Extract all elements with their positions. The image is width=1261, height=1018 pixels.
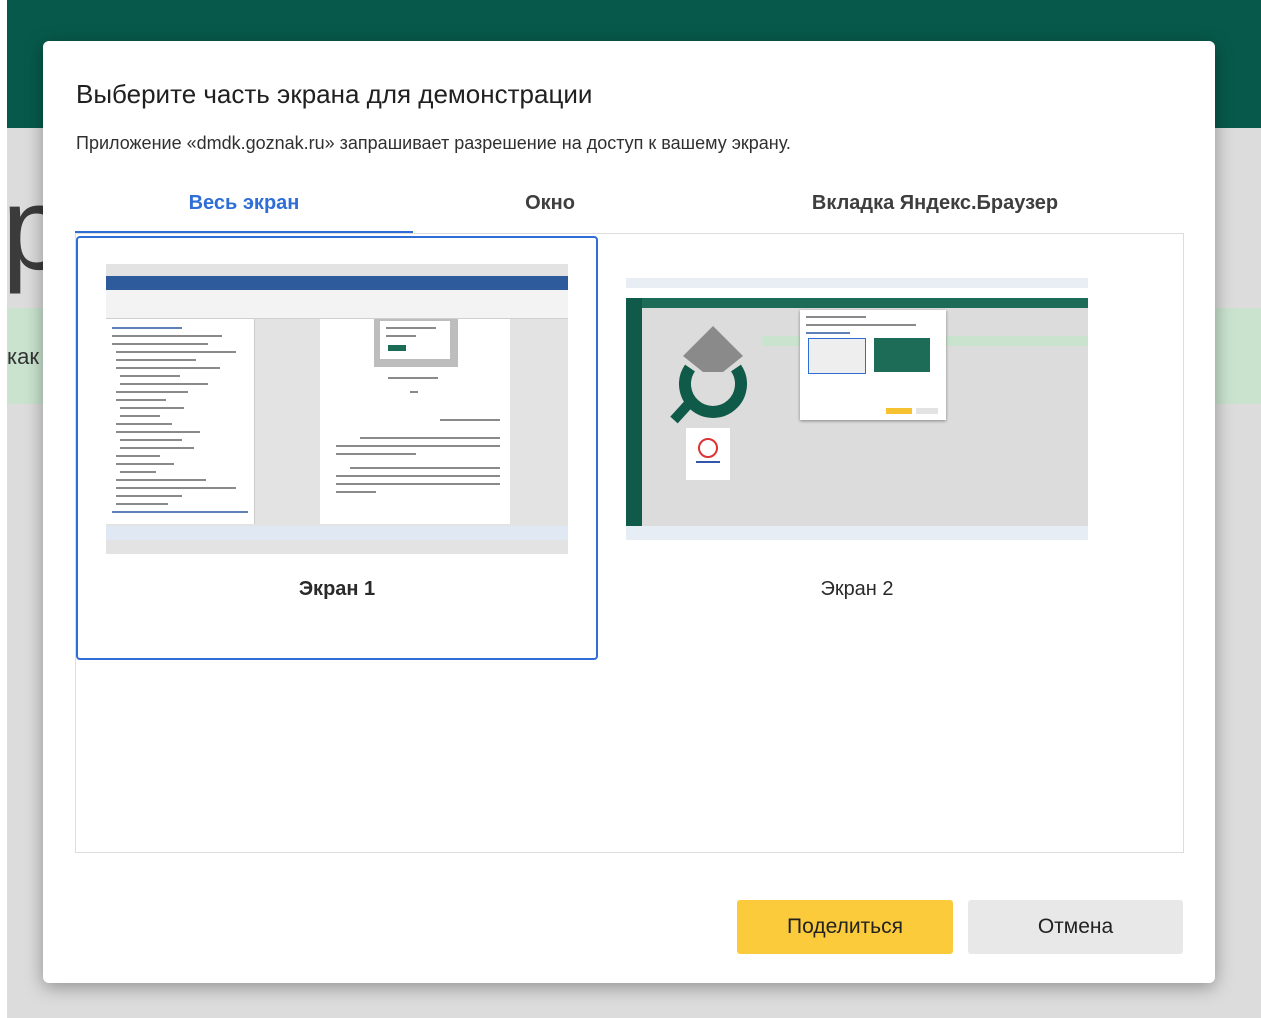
thumb-browser-tabs <box>626 278 1088 288</box>
tab-entire-screen[interactable]: Весь экран <box>75 181 413 234</box>
tab-browser-tab[interactable]: Вкладка Яндекс.Браузер <box>687 181 1183 231</box>
thumb-taskbar <box>626 526 1088 540</box>
thumb-page-content <box>642 308 1088 526</box>
cancel-button[interactable]: Отмена <box>968 900 1183 954</box>
thumb-navigation-pane <box>106 319 255 524</box>
dialog-title: Выберите часть экрана для демонстрации <box>76 79 593 109</box>
share-button[interactable]: Поделиться <box>737 900 953 954</box>
goznak-logo-icon <box>670 326 747 424</box>
thumb-share-dialog <box>800 310 946 420</box>
screen-1-thumbnail <box>106 264 568 554</box>
background-text-fragment: как <box>7 344 39 369</box>
background-edge <box>0 0 7 1018</box>
thumb-sidebar <box>626 298 642 526</box>
thumb-taskbar <box>106 526 568 540</box>
tab-window[interactable]: Окно <box>413 181 687 231</box>
thumb-ribbon <box>106 290 568 319</box>
screen-1-label: Экран 1 <box>298 578 376 600</box>
thumb-titlebar <box>106 276 568 290</box>
screen-share-dialog: Выберите часть экрана для демонстрации П… <box>43 41 1215 983</box>
screen-option-1[interactable]: Экран 1 <box>76 236 598 660</box>
screen-option-2[interactable]: Экран 2 <box>596 236 1118 660</box>
dialog-description: Приложение «dmdk.goznak.ru» запрашивает … <box>76 133 791 153</box>
screen-2-label: Экран 2 <box>820 578 894 600</box>
screen-list: Экран 1 Экран 2 <box>75 233 1184 853</box>
source-tabs: Весь экран Окно Вкладка Яндекс.Браузер <box>75 181 1183 234</box>
thumb-address-bar <box>626 288 1088 298</box>
screen-2-thumbnail <box>626 278 1088 540</box>
thumb-document-page <box>320 319 510 524</box>
